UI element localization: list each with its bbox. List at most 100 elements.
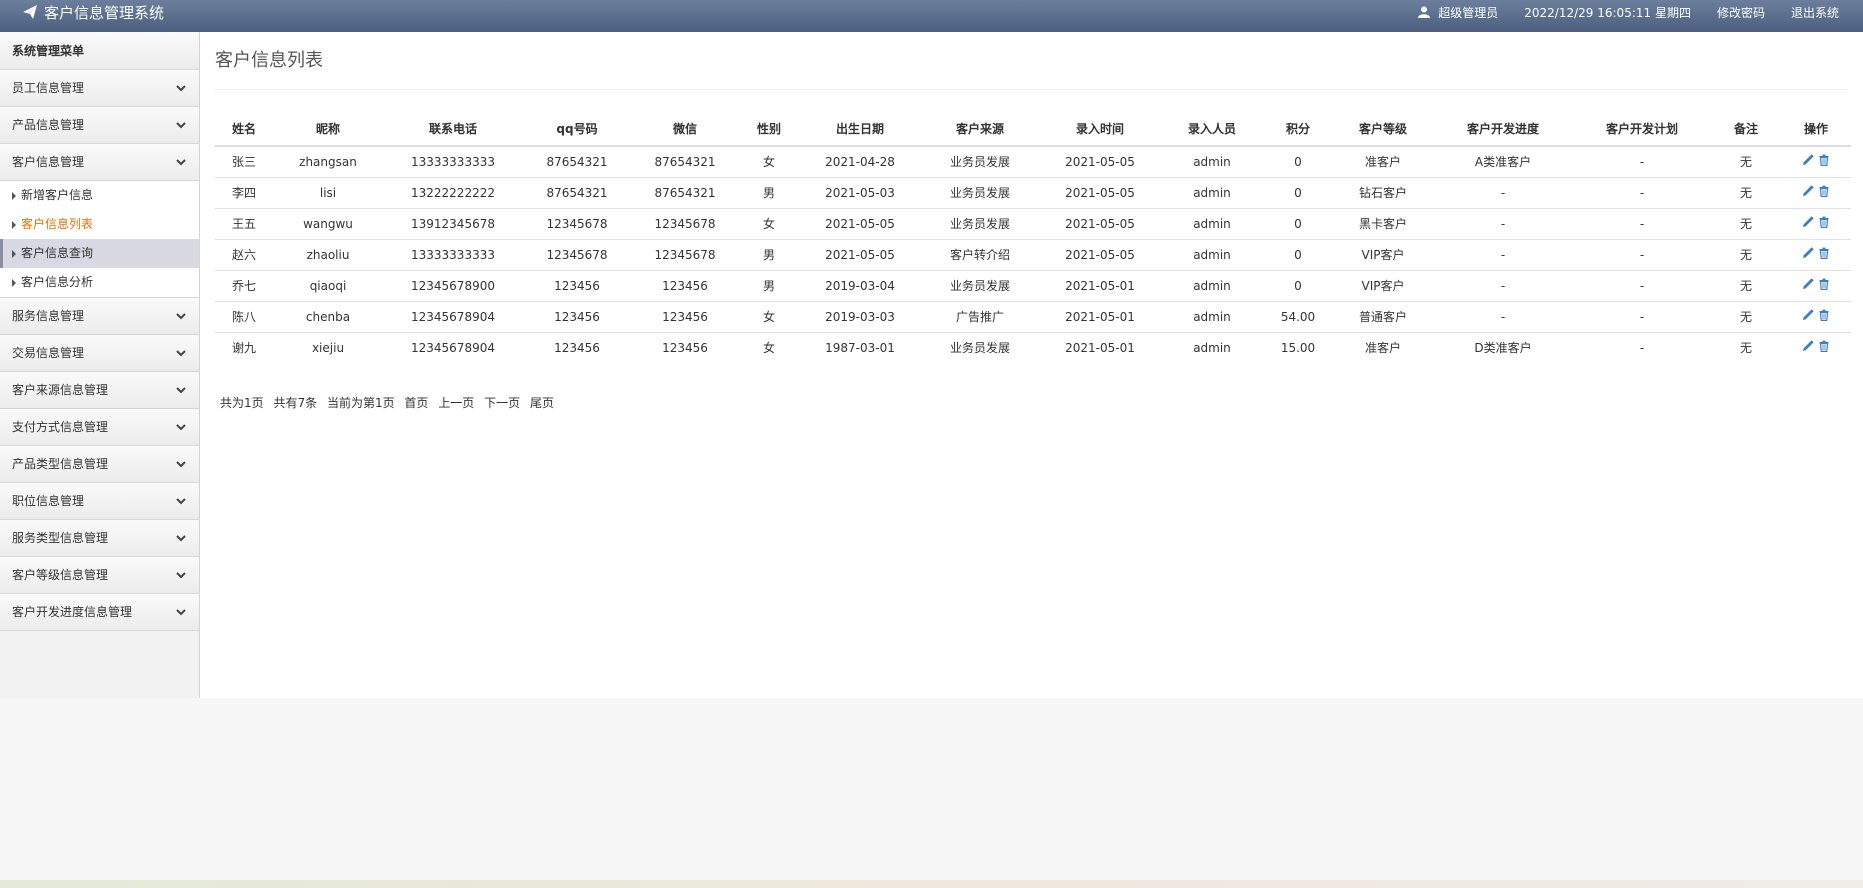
table-cell: 无: [1711, 238, 1781, 270]
sidebar-group-label: 客户开发进度信息管理: [12, 605, 133, 619]
delete-button[interactable]: [1818, 154, 1830, 167]
sidebar-subitem[interactable]: 新增客户信息: [0, 181, 199, 210]
delete-button[interactable]: [1818, 247, 1830, 259]
pencil-icon: [1803, 309, 1814, 320]
logout-link[interactable]: 退出系统: [1791, 4, 1839, 21]
pager-next-link[interactable]: 下一页: [484, 396, 520, 410]
table-cell: -: [1573, 269, 1711, 301]
edit-button[interactable]: [1802, 340, 1814, 352]
table-cell: 12345678900: [383, 269, 523, 301]
table-cell: qiaoqi: [273, 269, 383, 301]
table-cell: -: [1433, 300, 1573, 332]
table-cell: 15.00: [1263, 331, 1333, 363]
table-row: 乔七 qiaoqi 12345678900 123456 123456 男 2019-03-…: [215, 269, 1851, 301]
actions-cell: [1781, 207, 1851, 239]
edit-button[interactable]: [1802, 247, 1814, 259]
table-cell: 王五: [215, 207, 273, 239]
table-cell: 2019-03-03: [799, 300, 921, 332]
table-cell: -: [1433, 269, 1573, 301]
caret-right-icon: [12, 191, 16, 200]
table-cell: 业务员发展: [921, 176, 1039, 208]
table-cell: 无: [1711, 176, 1781, 208]
table-cell: -: [1573, 207, 1711, 239]
delete-button[interactable]: [1818, 185, 1830, 197]
user-icon: [1418, 6, 1431, 18]
change-password-link[interactable]: 修改密码: [1717, 4, 1765, 21]
sidebar-subitem-label: 客户信息查询: [21, 246, 94, 260]
sidebar-group-label: 客户信息管理: [12, 155, 85, 169]
delete-button[interactable]: [1818, 340, 1830, 353]
pager-last-link[interactable]: 尾页: [530, 396, 554, 410]
paper-plane-icon: [23, 5, 37, 19]
sidebar-group-label: 员工信息管理: [12, 81, 85, 95]
sidebar-group[interactable]: 服务类型信息管理: [0, 520, 199, 557]
sidebar-subitem[interactable]: 客户信息分析: [0, 268, 199, 297]
column-header: 姓名: [215, 112, 273, 147]
sidebar-group-label: 产品类型信息管理: [12, 457, 109, 471]
table-cell: 123456: [523, 331, 631, 363]
table-cell: -: [1573, 238, 1711, 270]
trash-icon: [1819, 340, 1829, 353]
app-title: 客户信息管理系统: [44, 3, 165, 22]
sidebar-group[interactable]: 支付方式信息管理: [0, 409, 199, 446]
edit-button[interactable]: [1802, 185, 1814, 197]
edit-button[interactable]: [1802, 309, 1814, 321]
table-cell: 赵六: [215, 238, 273, 270]
table-cell: lisi: [273, 176, 383, 208]
chevron-down-icon: [176, 498, 186, 505]
sidebar-group-label: 服务信息管理: [12, 309, 85, 323]
table-cell: D类准客户: [1433, 331, 1573, 363]
table-cell: 2021-05-05: [1065, 154, 1135, 169]
column-header: 录入人员: [1161, 112, 1263, 147]
sidebar-group[interactable]: 产品信息管理: [0, 107, 199, 144]
sidebar-group[interactable]: 客户开发进度信息管理: [0, 594, 199, 631]
pager-first-link[interactable]: 首页: [404, 396, 428, 410]
edit-button[interactable]: [1802, 278, 1814, 290]
sidebar-group[interactable]: 产品类型信息管理: [0, 446, 199, 483]
bottom-strip: [0, 880, 1863, 888]
table-cell: 0: [1294, 154, 1302, 169]
table-cell: 女: [739, 331, 799, 363]
table-cell: 准客户: [1364, 155, 1401, 170]
sidebar-subitem[interactable]: 客户信息列表: [0, 210, 199, 239]
table-cell: -: [1433, 238, 1573, 270]
caret-right-icon: [12, 278, 16, 287]
delete-button[interactable]: [1818, 309, 1830, 321]
table-cell: 123456: [631, 269, 739, 301]
top-header: 客户信息管理系统 超级管理员 2022/12/29 16:05:11 星期四 修…: [0, 0, 1863, 32]
table-cell: 12345678: [631, 238, 739, 270]
sidebar-subitem[interactable]: 客户信息查询: [0, 239, 199, 268]
table-cell: 13333333333: [383, 238, 523, 270]
sidebar-group[interactable]: 客户等级信息管理: [0, 557, 199, 594]
edit-button[interactable]: [1802, 216, 1814, 228]
table-cell: 普通客户: [1333, 300, 1433, 332]
sidebar-group[interactable]: 客户信息管理: [0, 144, 199, 181]
delete-button[interactable]: [1818, 278, 1830, 290]
sidebar-group[interactable]: 服务信息管理: [0, 298, 199, 335]
table-cell: 2021-05-05: [1039, 238, 1161, 270]
table-cell: 无: [1711, 300, 1781, 332]
column-header: 客户开发进度: [1433, 112, 1573, 147]
chevron-down-icon: [176, 122, 186, 129]
trash-icon: [1819, 154, 1829, 167]
app-brand[interactable]: 客户信息管理系统: [22, 0, 164, 24]
current-datetime: 2022/12/29 16:05:11 星期四: [1524, 5, 1691, 20]
pager-prev-link[interactable]: 上一页: [438, 396, 474, 410]
sidebar: 系统管理菜单 员工信息管理 产品信息管理 客户信息管理 新增客户信息 客户信息列表 客户信…: [0, 32, 200, 698]
table-cell: 2021-05-01: [1039, 269, 1161, 301]
pencil-icon: [1803, 247, 1814, 258]
trash-icon: [1819, 309, 1829, 321]
table-cell: 张三: [231, 155, 256, 170]
sidebar-group[interactable]: 职位信息管理: [0, 483, 199, 520]
column-header: 联系电话: [383, 112, 523, 147]
sidebar-group[interactable]: 客户来源信息管理: [0, 372, 199, 409]
table-cell: 业务员发展: [921, 331, 1039, 363]
edit-button[interactable]: [1802, 154, 1814, 166]
sidebar-group[interactable]: 交易信息管理: [0, 335, 199, 372]
table-cell: 女: [762, 155, 775, 170]
sidebar-group-label: 交易信息管理: [12, 346, 85, 360]
table-cell: admin: [1161, 176, 1263, 208]
sidebar-group[interactable]: 员工信息管理: [0, 70, 199, 107]
delete-button[interactable]: [1818, 216, 1830, 228]
pencil-icon: [1803, 340, 1814, 352]
